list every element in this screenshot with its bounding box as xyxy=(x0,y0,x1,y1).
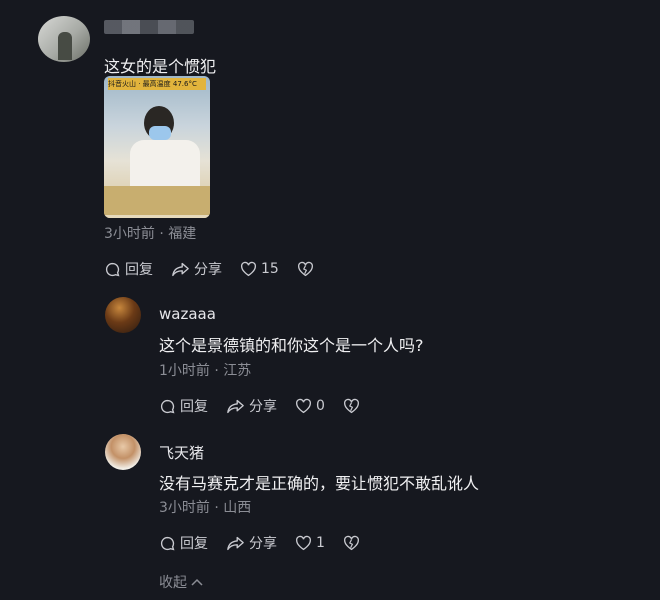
reply-username[interactable]: 飞天猪 xyxy=(159,442,204,463)
dislike-icon xyxy=(343,535,359,551)
reply-actions: 回复 分享 1 xyxy=(159,533,382,553)
like-button[interactable]: 1 xyxy=(295,535,325,551)
dislike-button[interactable] xyxy=(297,261,318,277)
main-comment-actions: 回复 分享 15 xyxy=(104,259,336,279)
video-overlay-banner: 抖音火山 · 最高温度 47.6°C xyxy=(108,78,206,90)
reply-text: 没有马赛克才是正确的，要让惯犯不敢乱讹人 xyxy=(159,474,480,493)
video-person-mask xyxy=(149,126,171,140)
reply-label: 回复 xyxy=(180,399,208,415)
like-button[interactable]: 0 xyxy=(295,398,325,414)
share-button[interactable]: 分享 xyxy=(226,396,277,416)
reply-button[interactable]: 回复 xyxy=(159,396,208,416)
dislike-icon xyxy=(297,261,313,277)
dislike-button[interactable] xyxy=(343,398,364,414)
like-count: 15 xyxy=(261,261,279,277)
reply-icon xyxy=(105,262,120,276)
chevron-up-icon xyxy=(191,578,203,586)
main-comment-text: 这女的是个惯犯 xyxy=(104,57,217,76)
reply-meta: 1小时前 · 江苏 xyxy=(159,363,252,379)
collapse-replies-button[interactable]: 收起 xyxy=(159,572,204,592)
share-icon xyxy=(172,262,189,276)
dislike-button[interactable] xyxy=(343,535,364,551)
reply-label: 回复 xyxy=(180,536,208,552)
share-label: 分享 xyxy=(249,399,277,415)
main-comment-username-blurred xyxy=(104,20,194,34)
share-button[interactable]: 分享 xyxy=(171,259,222,279)
share-button[interactable]: 分享 xyxy=(226,533,277,553)
video-progress-bar xyxy=(104,215,210,218)
reply-icon xyxy=(160,399,175,413)
comment-video-thumbnail[interactable]: 抖音火山 · 最高温度 47.6°C xyxy=(104,76,210,218)
collapse-label: 收起 xyxy=(159,575,187,591)
reply-username[interactable]: wazaaa xyxy=(159,305,216,323)
reply-avatar-wazaaa[interactable] xyxy=(105,297,141,333)
video-person-body xyxy=(130,140,200,186)
like-count: 1 xyxy=(316,535,325,551)
reply-button[interactable]: 回复 xyxy=(159,533,208,553)
like-button[interactable]: 15 xyxy=(240,261,279,277)
reply-meta: 3小时前 · 山西 xyxy=(159,500,252,516)
video-scene-ground xyxy=(104,186,210,218)
reply-avatar-feitianzhu[interactable] xyxy=(105,434,141,470)
main-comment-avatar[interactable] xyxy=(38,16,90,62)
share-icon xyxy=(227,536,244,550)
share-icon xyxy=(227,399,244,413)
reply-label: 回复 xyxy=(125,262,153,278)
reply-button[interactable]: 回复 xyxy=(104,259,153,279)
heart-icon xyxy=(296,398,311,414)
heart-icon xyxy=(241,261,256,277)
reply-actions: 回复 分享 0 xyxy=(159,396,382,416)
dislike-icon xyxy=(343,398,359,414)
reply-text: 这个是景德镇的和你这个是一个人吗? xyxy=(159,336,424,355)
share-label: 分享 xyxy=(249,536,277,552)
like-count: 0 xyxy=(316,398,325,414)
share-label: 分享 xyxy=(194,262,222,278)
reply-icon xyxy=(160,536,175,550)
heart-icon xyxy=(296,535,311,551)
main-comment-meta: 3小时前 · 福建 xyxy=(104,226,197,242)
